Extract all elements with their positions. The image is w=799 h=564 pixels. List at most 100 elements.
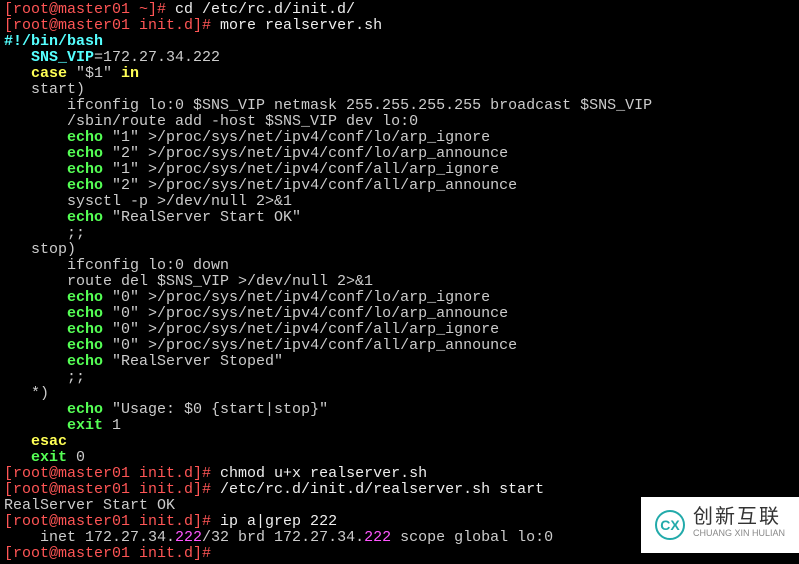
terminal-segment: echo bbox=[67, 289, 103, 306]
terminal-segment: exit bbox=[31, 449, 67, 466]
terminal-segment: "0" >/proc/sys/net/ipv4/conf/all/arp_ann… bbox=[103, 337, 517, 354]
terminal-segment bbox=[4, 337, 67, 354]
terminal-line: [root@master01 init.d]# /etc/rc.d/init.d… bbox=[4, 482, 795, 498]
terminal-segment: ;; bbox=[4, 369, 85, 386]
terminal-segment bbox=[4, 145, 67, 162]
terminal-line: echo "2" >/proc/sys/net/ipv4/conf/lo/arp… bbox=[4, 146, 795, 162]
terminal-segment: echo bbox=[67, 129, 103, 146]
terminal-segment: RealServer Start OK bbox=[4, 497, 175, 514]
terminal-segment bbox=[4, 49, 31, 66]
terminal-line: echo "1" >/proc/sys/net/ipv4/conf/lo/arp… bbox=[4, 130, 795, 146]
terminal-segment: =172.27.34.222 bbox=[94, 49, 220, 66]
terminal-segment: echo bbox=[67, 321, 103, 338]
terminal-line: [root@master01 init.d]# chmod u+x realse… bbox=[4, 466, 795, 482]
terminal-segment: ifconfig lo:0 $SNS_VIP netmask 255.255.2… bbox=[4, 97, 652, 114]
terminal-segment: more realserver.sh bbox=[220, 17, 382, 34]
terminal-segment: cd /etc/rc.d/init.d/ bbox=[175, 1, 355, 18]
terminal-segment: ;; bbox=[4, 225, 85, 242]
terminal-segment: echo bbox=[67, 145, 103, 162]
terminal-segment: echo bbox=[67, 305, 103, 322]
terminal-line: sysctl -p >/dev/null 2>&1 bbox=[4, 194, 795, 210]
terminal-segment: echo bbox=[67, 401, 103, 418]
terminal-segment: route del $SNS_VIP >/dev/null 2>&1 bbox=[4, 273, 373, 290]
terminal-segment: case bbox=[31, 65, 67, 82]
terminal-segment: 1 bbox=[103, 417, 121, 434]
terminal-segment: echo bbox=[67, 337, 103, 354]
terminal-segment: in bbox=[121, 65, 139, 82]
terminal-segment: SNS_VIP bbox=[31, 49, 94, 66]
terminal-segment: [root@master01 init.d]# bbox=[4, 481, 220, 498]
terminal-segment: 222 bbox=[175, 529, 202, 546]
terminal-segment: echo bbox=[67, 161, 103, 178]
terminal-line: echo "0" >/proc/sys/net/ipv4/conf/all/ar… bbox=[4, 322, 795, 338]
terminal-segment: "2" >/proc/sys/net/ipv4/conf/all/arp_ann… bbox=[103, 177, 517, 194]
terminal-line: start) bbox=[4, 82, 795, 98]
terminal-segment: [root@master01 init.d]# bbox=[4, 513, 220, 530]
terminal-line: case "$1" in bbox=[4, 66, 795, 82]
terminal-segment: 222 bbox=[364, 529, 391, 546]
terminal-line: *) bbox=[4, 386, 795, 402]
watermark: CX 创新互联 CHUANG XIN HULIAN bbox=[641, 497, 799, 553]
terminal-line: SNS_VIP=172.27.34.222 bbox=[4, 50, 795, 66]
terminal-line: [root@master01 ~]# cd /etc/rc.d/init.d/ bbox=[4, 2, 795, 18]
terminal-line: stop) bbox=[4, 242, 795, 258]
terminal-segment: "0" >/proc/sys/net/ipv4/conf/lo/arp_igno… bbox=[103, 289, 490, 306]
terminal-segment: sysctl -p >/dev/null 2>&1 bbox=[4, 193, 292, 210]
terminal-segment: ifconfig lo:0 down bbox=[4, 257, 229, 274]
terminal-line: ;; bbox=[4, 370, 795, 386]
terminal-segment: exit bbox=[67, 417, 103, 434]
terminal-segment: "Usage: $0 {start|stop}" bbox=[103, 401, 328, 418]
terminal-segment: echo bbox=[67, 353, 103, 370]
terminal-line: echo "Usage: $0 {start|stop}" bbox=[4, 402, 795, 418]
terminal-segment bbox=[4, 305, 67, 322]
terminal-line: echo "0" >/proc/sys/net/ipv4/conf/lo/arp… bbox=[4, 306, 795, 322]
terminal-segment: [root@master01 ~]# bbox=[4, 1, 175, 18]
terminal-segment: "RealServer Start OK" bbox=[103, 209, 301, 226]
terminal-segment: "1" >/proc/sys/net/ipv4/conf/all/arp_ign… bbox=[103, 161, 499, 178]
terminal-segment: inet 172.27.34. bbox=[4, 529, 175, 546]
terminal-segment: stop) bbox=[4, 241, 76, 258]
terminal-segment: #!/bin/bash bbox=[4, 33, 103, 50]
terminal-segment: chmod u+x realserver.sh bbox=[220, 465, 427, 482]
terminal-segment: [root@master01 init.d]# bbox=[4, 545, 220, 562]
terminal-segment bbox=[4, 129, 67, 146]
watermark-logo-icon: CX bbox=[655, 510, 685, 540]
terminal-line: exit 0 bbox=[4, 450, 795, 466]
terminal-line: ;; bbox=[4, 226, 795, 242]
terminal-line: echo "0" >/proc/sys/net/ipv4/conf/lo/arp… bbox=[4, 290, 795, 306]
terminal-line: route del $SNS_VIP >/dev/null 2>&1 bbox=[4, 274, 795, 290]
terminal-line: ifconfig lo:0 down bbox=[4, 258, 795, 274]
terminal-segment: echo bbox=[67, 209, 103, 226]
terminal-line: echo "0" >/proc/sys/net/ipv4/conf/all/ar… bbox=[4, 338, 795, 354]
terminal-segment: "2" >/proc/sys/net/ipv4/conf/lo/arp_anno… bbox=[103, 145, 508, 162]
terminal-segment bbox=[4, 433, 31, 450]
terminal-segment: [root@master01 init.d]# bbox=[4, 17, 220, 34]
terminal-segment: /sbin/route add -host $SNS_VIP dev lo:0 bbox=[4, 113, 418, 130]
watermark-subtext: CHUANG XIN HULIAN bbox=[693, 525, 785, 541]
terminal-line: exit 1 bbox=[4, 418, 795, 434]
terminal-segment bbox=[4, 65, 31, 82]
terminal-segment bbox=[4, 161, 67, 178]
terminal-segment: /etc/rc.d/init.d/realserver.sh start bbox=[220, 481, 544, 498]
terminal-line: echo "2" >/proc/sys/net/ipv4/conf/all/ar… bbox=[4, 178, 795, 194]
terminal-output[interactable]: [root@master01 ~]# cd /etc/rc.d/init.d/[… bbox=[0, 0, 799, 564]
terminal-segment: [root@master01 init.d]# bbox=[4, 465, 220, 482]
terminal-segment: "1" >/proc/sys/net/ipv4/conf/lo/arp_igno… bbox=[103, 129, 490, 146]
terminal-segment: /32 brd 172.27.34. bbox=[202, 529, 364, 546]
terminal-segment: ip a|grep 222 bbox=[220, 513, 337, 530]
terminal-segment: scope global lo:0 bbox=[391, 529, 553, 546]
terminal-segment: echo bbox=[67, 177, 103, 194]
terminal-segment: "RealServer Stoped" bbox=[103, 353, 283, 370]
terminal-segment bbox=[4, 417, 67, 434]
terminal-segment: start) bbox=[4, 81, 85, 98]
terminal-segment: esac bbox=[31, 433, 67, 450]
terminal-line: #!/bin/bash bbox=[4, 34, 795, 50]
terminal-segment bbox=[4, 177, 67, 194]
terminal-segment: *) bbox=[4, 385, 49, 402]
terminal-segment: "$1" bbox=[67, 65, 121, 82]
terminal-line: [root@master01 init.d]# more realserver.… bbox=[4, 18, 795, 34]
terminal-segment: "0" >/proc/sys/net/ipv4/conf/lo/arp_anno… bbox=[103, 305, 508, 322]
terminal-line: echo "1" >/proc/sys/net/ipv4/conf/all/ar… bbox=[4, 162, 795, 178]
terminal-line: echo "RealServer Stoped" bbox=[4, 354, 795, 370]
terminal-segment bbox=[4, 449, 31, 466]
